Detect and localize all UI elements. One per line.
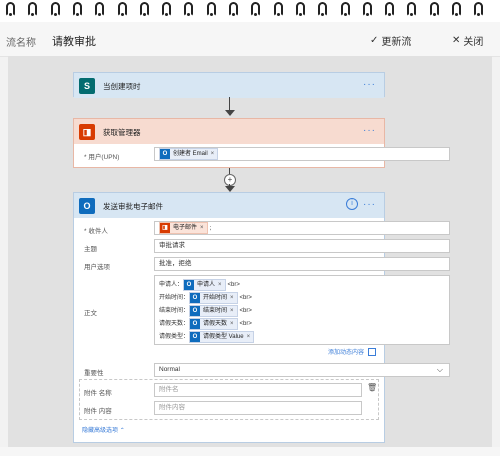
user-options-label: 用户选项 bbox=[84, 264, 110, 271]
checkmark-icon: ✓ bbox=[370, 35, 379, 46]
spiral-ring bbox=[385, 2, 395, 16]
body-label: 正文 bbox=[84, 310, 97, 317]
remove-token-icon[interactable]: × bbox=[247, 331, 251, 343]
office-icon: ◨ bbox=[79, 124, 95, 140]
flow-name[interactable]: 请教审批 bbox=[52, 33, 96, 49]
spiral-ring bbox=[139, 2, 149, 16]
body-field[interactable]: 申请人： O 申请人 × <br> 开始时间： O 开始时间 × <br> 结束时间： … bbox=[154, 275, 450, 345]
importance-select[interactable]: Normal ⌵ bbox=[154, 363, 450, 377]
spiral-ring bbox=[184, 2, 194, 16]
more-options-icon[interactable]: ··· bbox=[363, 199, 376, 210]
body-line-start-time: 开始时间： O 开始时间 × <br> bbox=[159, 292, 252, 304]
spiral-ring bbox=[28, 2, 38, 16]
outlook-icon: O bbox=[190, 332, 201, 342]
close-button[interactable]: ✕ 关闭 bbox=[452, 33, 483, 48]
dynamic-token[interactable]: O 结束时间 × bbox=[189, 305, 238, 317]
spiral-ring bbox=[206, 2, 216, 16]
spiral-ring bbox=[95, 2, 105, 16]
more-options-icon[interactable]: ··· bbox=[363, 125, 376, 136]
close-icon: ✕ bbox=[452, 35, 461, 46]
outlook-icon: O bbox=[184, 280, 195, 290]
body-line-leave-type: 请假类型： O 请假类型 Value × bbox=[159, 331, 256, 343]
spiral-ring bbox=[474, 2, 484, 16]
trigger-title: 当创建项时 bbox=[103, 82, 141, 91]
body-line-end-time: 结束时间： O 结束时间 × <br> bbox=[159, 305, 252, 317]
trigger-card[interactable]: S 当创建项时 ··· bbox=[73, 72, 385, 98]
spiral-ring bbox=[273, 2, 283, 16]
spiral-ring bbox=[362, 2, 372, 16]
spiral-ring bbox=[162, 2, 172, 16]
spiral-ring bbox=[429, 2, 439, 16]
remove-token-icon[interactable]: × bbox=[218, 279, 222, 291]
to-label: * 收件人 bbox=[84, 228, 108, 235]
send-approval-email-title: 发送审批电子邮件 bbox=[103, 202, 163, 211]
dynamic-token[interactable]: O 申请人 × bbox=[183, 279, 226, 291]
trigger-card-header[interactable]: S 当创建项时 ··· bbox=[74, 73, 384, 98]
notebook-spiral-binding bbox=[0, 0, 500, 22]
arrow-down-icon bbox=[225, 110, 235, 116]
remove-token-icon[interactable]: × bbox=[230, 305, 234, 317]
spiral-ring bbox=[229, 2, 238, 16]
outlook-icon: O bbox=[190, 293, 201, 303]
update-flow-button[interactable]: ✓ 更新流 bbox=[370, 33, 411, 48]
delete-icon[interactable]: 🗑 bbox=[367, 383, 377, 392]
spiral-ring bbox=[295, 2, 305, 16]
user-options-field[interactable]: 批准，拒绝 bbox=[154, 257, 450, 271]
remove-token-icon[interactable]: × bbox=[200, 222, 204, 234]
dynamic-token[interactable]: O 请假天数 × bbox=[189, 318, 238, 330]
attachment-name-label: 附件 名称 bbox=[84, 390, 112, 397]
spiral-ring bbox=[72, 2, 82, 16]
chevron-up-icon: ⌃ bbox=[119, 428, 125, 434]
get-manager-card-header[interactable]: ◨ 获取管理器 ··· bbox=[74, 119, 384, 144]
spiral-ring bbox=[452, 2, 461, 16]
spiral-ring bbox=[117, 2, 127, 16]
body-line-applicant: 申请人： O 申请人 × <br> bbox=[159, 279, 240, 291]
bottom-edge bbox=[0, 447, 500, 456]
flow-header: 流名称 请教审批 ✓ 更新流 ✕ 关闭 bbox=[0, 22, 500, 57]
attachment-content-label: 附件 内容 bbox=[84, 408, 112, 415]
spiral-ring bbox=[340, 2, 350, 16]
spiral-ring bbox=[50, 2, 60, 16]
user-upn-field[interactable]: O 创建者 Email × bbox=[154, 147, 450, 161]
more-options-icon[interactable]: ··· bbox=[363, 79, 376, 90]
spiral-ring bbox=[251, 2, 261, 16]
importance-label: 重要性 bbox=[84, 370, 104, 377]
user-upn-label: * 用户(UPN) bbox=[84, 154, 120, 161]
dynamic-token[interactable]: O 创建者 Email × bbox=[159, 148, 219, 160]
send-approval-email-header[interactable]: O 发送审批电子邮件 i ··· bbox=[74, 193, 384, 218]
outlook-icon: O bbox=[160, 149, 170, 159]
dynamic-token[interactable]: O 请假类型 Value × bbox=[189, 331, 255, 343]
outlook-icon: O bbox=[79, 198, 95, 214]
remove-token-icon[interactable]: × bbox=[230, 292, 234, 304]
spiral-ring bbox=[318, 2, 328, 16]
remove-token-icon[interactable]: × bbox=[230, 318, 234, 330]
flow-name-label: 流名称 bbox=[6, 38, 36, 49]
connector-line bbox=[229, 97, 230, 111]
attachment-content-field[interactable]: 附件内容 bbox=[154, 401, 362, 415]
info-icon[interactable]: i bbox=[346, 198, 358, 210]
attachment-name-field[interactable]: 附件名 bbox=[154, 383, 362, 397]
to-field[interactable]: ◨ 电子邮件 × ; bbox=[154, 221, 450, 235]
add-step-icon[interactable]: + bbox=[224, 174, 236, 186]
spiral-ring bbox=[6, 2, 15, 16]
send-approval-email-card[interactable]: O 发送审批电子邮件 i ··· * 收件人 ◨ 电子邮件 × ; 主题 审批请… bbox=[73, 192, 450, 443]
add-dynamic-content-link[interactable]: 添加动态内容 bbox=[328, 347, 376, 357]
dynamic-content-icon bbox=[367, 348, 376, 357]
body-line-leave-days: 请假天数： O 请假天数 × <br> bbox=[159, 318, 252, 330]
remove-token-icon[interactable]: × bbox=[211, 148, 215, 160]
chevron-down-icon: ⌵ bbox=[436, 365, 443, 374]
dynamic-token[interactable]: O 开始时间 × bbox=[189, 292, 238, 304]
outlook-icon: O bbox=[190, 319, 201, 329]
hide-advanced-options-link[interactable]: 隐藏高级选项 ⌃ bbox=[82, 425, 125, 434]
subject-label: 主题 bbox=[84, 246, 97, 253]
get-manager-title: 获取管理器 bbox=[103, 128, 141, 137]
get-manager-card[interactable]: ◨ 获取管理器 ··· * 用户(UPN) O 创建者 Email × bbox=[73, 118, 450, 168]
outlook-icon: O bbox=[190, 306, 201, 316]
subject-field[interactable]: 审批请求 bbox=[154, 239, 450, 253]
spiral-ring bbox=[407, 2, 417, 16]
sharepoint-icon: S bbox=[79, 78, 95, 94]
dynamic-token[interactable]: ◨ 电子邮件 × bbox=[159, 222, 208, 234]
office-icon: ◨ bbox=[160, 223, 170, 233]
